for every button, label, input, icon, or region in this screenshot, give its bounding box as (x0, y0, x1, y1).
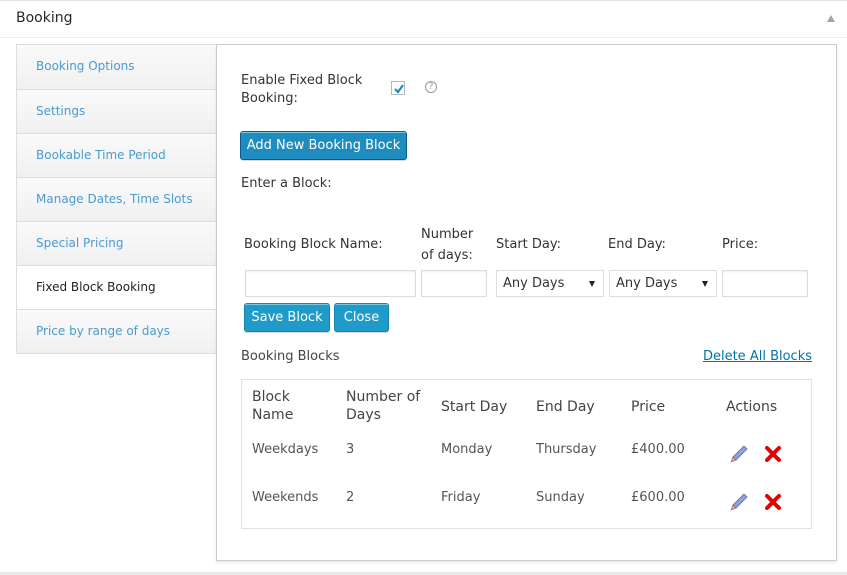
cell-name: Weekdays (252, 442, 319, 457)
tab-label: Special Pricing (36, 236, 124, 250)
booking-blocks-heading: Booking Blocks (241, 349, 340, 364)
tab-label: Settings (36, 104, 86, 118)
cell-days: 2 (346, 490, 355, 505)
block-name-input[interactable] (245, 270, 416, 297)
postbox-header[interactable]: Booking (0, 1, 847, 38)
block-name-label: Booking Block Name: (244, 237, 383, 252)
delete-x-icon[interactable] (763, 444, 783, 464)
header-price: Price (631, 399, 666, 415)
help-icon[interactable]: ? (425, 81, 437, 93)
collapse-toggle-icon[interactable] (827, 15, 835, 22)
cell-end: Sunday (536, 490, 585, 505)
tab-label: Price by range of days (36, 324, 171, 338)
add-new-booking-block-button[interactable]: Add New Booking Block (240, 131, 407, 160)
tab-special-pricing[interactable]: Special Pricing (16, 222, 217, 266)
end-day-select[interactable]: Any Days (609, 270, 717, 297)
start-day-select[interactable]: Any Days (496, 270, 604, 297)
save-block-button[interactable]: Save Block (244, 303, 330, 332)
header-block-name-1: Block (252, 389, 290, 405)
enable-fixed-block-label: Enable Fixed Block Booking: (241, 73, 363, 106)
enter-block-label: Enter a Block: (241, 176, 332, 191)
header-block-name-2: Name (252, 407, 294, 423)
tab-label: Bookable Time Period (36, 148, 166, 162)
tab-fixed-block-booking[interactable]: Fixed Block Booking (16, 266, 217, 310)
tab-label: Fixed Block Booking (36, 280, 156, 294)
cell-end: Thursday (536, 442, 597, 457)
postbox-title: Booking (16, 10, 73, 26)
end-day-label: End Day: (608, 237, 666, 252)
number-of-days-input[interactable] (421, 270, 487, 297)
start-day-label: Start Day: (496, 237, 561, 252)
cell-price: £400.00 (631, 442, 685, 457)
chevron-down-icon (589, 281, 595, 287)
edit-pencil-icon[interactable] (729, 444, 749, 464)
tab-bookable-time-period[interactable]: Bookable Time Period (16, 134, 217, 178)
days-label-line1: Number (421, 227, 474, 242)
start-day-value: Any Days (503, 276, 565, 291)
tab-label: Manage Dates, Time Slots (36, 192, 193, 206)
edit-pencil-icon[interactable] (729, 492, 749, 512)
days-label-line2: of days: (421, 248, 473, 263)
tab-label: Booking Options (36, 59, 135, 73)
tab-settings[interactable]: Settings (16, 90, 217, 134)
checkmark-icon (394, 84, 404, 94)
delete-all-blocks-link[interactable]: Delete All Blocks (703, 349, 812, 364)
end-day-value: Any Days (616, 276, 678, 291)
header-actions: Actions (726, 399, 778, 415)
tab-manage-dates-time-slots[interactable]: Manage Dates, Time Slots (16, 178, 217, 222)
header-start-day: Start Day (441, 399, 508, 415)
price-label: Price: (722, 237, 759, 252)
chevron-down-icon (702, 281, 708, 287)
header-end-day: End Day (536, 399, 595, 415)
close-button[interactable]: Close (334, 303, 389, 332)
delete-x-icon[interactable] (763, 492, 783, 512)
header-days-1: Number of (346, 389, 421, 405)
cell-name: Weekends (252, 490, 319, 505)
tab-price-by-range-of-days[interactable]: Price by range of days (16, 310, 217, 354)
booking-tabs: Booking Options Settings Bookable Time P… (16, 44, 217, 354)
price-input[interactable] (722, 270, 808, 297)
booking-postbox: Booking Booking Options Settings Bookabl… (0, 0, 847, 572)
cell-price: £600.00 (631, 490, 685, 505)
tab-booking-options[interactable]: Booking Options (16, 44, 217, 90)
cell-start: Friday (441, 490, 481, 505)
cell-start: Monday (441, 442, 493, 457)
fixed-block-panel: Enable Fixed Block Booking: ? Add New Bo… (216, 44, 837, 561)
enable-fixed-block-checkbox[interactable] (391, 81, 405, 95)
header-days-2: Days (346, 407, 381, 423)
cell-days: 3 (346, 442, 355, 457)
booking-blocks-table: Block Name Number of Days Start Day End … (241, 379, 812, 529)
